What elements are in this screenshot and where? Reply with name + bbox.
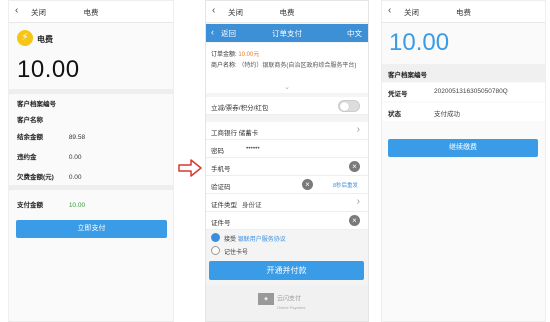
- open-and-pay-button[interactable]: 开通并付款: [209, 261, 364, 280]
- amount-display: 10.00: [389, 29, 450, 56]
- phone-screen-result: ‹ 关闭 电费 10.00 客户档案编号 凭证号 202005131630505…: [381, 0, 546, 322]
- top-bar: ‹ 关闭 电费: [382, 1, 545, 23]
- logo-text: 云闪支付: [277, 296, 302, 303]
- password-field[interactable]: ••••••: [246, 145, 260, 152]
- payment-header: ‹ 返回 订单支付 中文: [206, 24, 368, 42]
- code-row[interactable]: 验证码 × 8秒后重发: [206, 176, 368, 194]
- remember-card-checkbox[interactable]: [211, 246, 220, 255]
- chevron-right-icon: ›: [356, 124, 360, 135]
- amount-display: 10.00: [17, 56, 80, 83]
- pay-now-button[interactable]: 立即支付: [16, 220, 167, 238]
- code-label: 验证码: [211, 184, 231, 191]
- agree-label: 接受: [224, 237, 237, 243]
- info-row-balance: 结余金额 89.58: [17, 131, 85, 141]
- row-value: 89.58: [68, 134, 86, 141]
- discount-toggle[interactable]: [338, 100, 360, 112]
- row-label: 欠费金额(元): [17, 174, 54, 181]
- row-label: 客户名称: [17, 117, 43, 124]
- agree-checkbox[interactable]: [211, 233, 220, 242]
- info-row-penalty: 违约金 0.00: [17, 151, 81, 161]
- phone-screen-bill: ‹ 关闭 电费 ⚡ 电费 10.00 客户档案编号 客户名称 结余金额 89.5…: [8, 0, 174, 322]
- discount-row[interactable]: 立减/票券/积分/红包: [206, 97, 368, 115]
- top-bar: ‹ 关闭 电费: [9, 1, 173, 23]
- id-type-row[interactable]: 证件类型 身份证 ›: [206, 194, 368, 212]
- pay-amount-value: 10.00: [68, 202, 86, 209]
- clear-icon[interactable]: ×: [302, 179, 313, 190]
- footer-logo: ◈ 云闪支付 Online Payment: [258, 293, 305, 310]
- resend-code-link[interactable]: 8秒后重发: [333, 181, 358, 189]
- row-value: 0.00: [68, 174, 82, 181]
- order-amount-row: 订单金额: 10.00元: [211, 49, 259, 58]
- pay-amount-label: 支付金额: [17, 202, 43, 209]
- bank-card-row[interactable]: 工商银行 储蓄卡 ›: [206, 122, 368, 140]
- customer-id-row: 客户档案编号: [382, 64, 545, 82]
- info-row-customer-name: 客户名称: [17, 114, 67, 124]
- id-type-value: 身份证: [242, 202, 262, 209]
- order-amount-label: 订单金额:: [211, 52, 237, 58]
- page-title: 电费: [279, 8, 295, 17]
- info-row-arrears: 欠费金额(元) 0.00: [17, 171, 81, 181]
- chevron-right-icon: ›: [356, 196, 360, 207]
- status-label: 状态: [388, 111, 401, 118]
- password-row[interactable]: 密码 ••••••: [206, 140, 368, 158]
- voucher-row: 凭证号 2020051316305050780Q: [382, 83, 545, 101]
- logo-icon: ◈: [258, 293, 274, 305]
- row-value: 0.00: [68, 154, 82, 161]
- status-row: 状态 支付成功: [382, 103, 545, 121]
- discount-label: 立减/票券/积分/红包: [211, 105, 269, 112]
- merchant-label: 商户名称:: [211, 63, 237, 69]
- logo-subtext: Online Payment: [277, 305, 306, 310]
- id-number-row[interactable]: 证件号 ×: [206, 212, 368, 230]
- id-number-label: 证件号: [211, 220, 231, 227]
- service-name: 电费: [37, 35, 53, 44]
- row-label: 违约金: [17, 154, 37, 161]
- footer: ◈ 云闪支付 Online Payment: [206, 285, 368, 321]
- arrow-right-icon: [178, 159, 202, 177]
- page-title: 电费: [83, 8, 99, 17]
- phone-row[interactable]: 手机号 ×: [206, 158, 368, 176]
- agree-text: 接受 银联用户服务协议: [224, 234, 286, 243]
- divider: [9, 185, 173, 190]
- id-type-label: 证件类型: [211, 202, 237, 209]
- status-value: 支付成功: [434, 111, 460, 118]
- phone-label: 手机号: [211, 166, 231, 173]
- page-title: 电费: [456, 8, 471, 17]
- lightning-icon: ⚡: [17, 30, 33, 46]
- chevron-down-icon[interactable]: ⌄: [206, 83, 368, 91]
- row-label: 结余金额: [17, 134, 43, 141]
- divider: [9, 89, 173, 94]
- bank-card-label: 工商银行 储蓄卡: [211, 130, 259, 137]
- phone-screen-order-payment: ‹ 关闭 电费 ‹ 返回 订单支付 中文 订单金额: 10.00元 商户名称: …: [205, 0, 369, 322]
- merchant-row: 商户名称: （特约）银联商务(自治区政府综合服务平台): [211, 61, 361, 71]
- customer-id-label: 客户档案编号: [388, 72, 427, 79]
- row-label: 客户档案编号: [17, 101, 56, 108]
- order-amount-value: 10.00元: [238, 52, 260, 58]
- password-label: 密码: [211, 148, 224, 155]
- voucher-label: 凭证号: [388, 91, 408, 98]
- continue-payment-button[interactable]: 继续缴费: [388, 139, 538, 157]
- language-toggle[interactable]: 中文: [347, 28, 362, 39]
- top-bar: ‹ 关闭 电费: [206, 1, 368, 23]
- pay-amount-row: 支付金额 10.00: [17, 199, 85, 209]
- clear-icon[interactable]: ×: [349, 161, 360, 172]
- remember-card-label: 记住卡号: [224, 250, 249, 256]
- order-info: 订单金额: 10.00元 商户名称: （特约）银联商务(自治区政府综合服务平台)…: [206, 43, 368, 93]
- info-row-customer-id: 客户档案编号: [17, 98, 67, 108]
- voucher-value: 2020051316305050780Q: [434, 88, 508, 95]
- agreement-link[interactable]: 银联用户服务协议: [238, 237, 286, 243]
- clear-icon[interactable]: ×: [349, 215, 360, 226]
- header-title: 订单支付: [272, 29, 302, 38]
- merchant-value: （特约）银联商务(自治区政府综合服务平台): [238, 63, 357, 69]
